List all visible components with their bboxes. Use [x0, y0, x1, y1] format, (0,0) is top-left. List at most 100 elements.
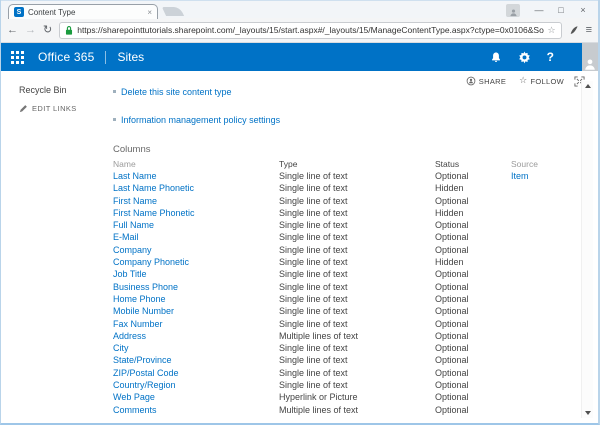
edit-links-button[interactable]: EDIT LINKS	[19, 104, 113, 113]
column-name-link[interactable]: City	[113, 343, 129, 353]
edit-links-label: EDIT LINKS	[32, 104, 77, 113]
column-name-link[interactable]: Company	[113, 245, 152, 255]
page-action-bar: SHARE ☆ FOLLOW	[466, 76, 564, 86]
column-name-link[interactable]: Full Name	[113, 220, 154, 230]
column-type: Single line of text	[279, 219, 435, 231]
new-tab-button[interactable]	[162, 7, 184, 16]
column-status: Optional	[435, 195, 511, 207]
table-row: Last Name Single line of text Optional I…	[113, 170, 571, 182]
column-name-link[interactable]: Business Phone	[113, 282, 178, 292]
suite-bar: Office 365 Sites ?	[1, 43, 598, 71]
scroll-up-icon[interactable]	[585, 84, 591, 88]
column-status: Hidden	[435, 182, 511, 194]
suite-separator	[105, 51, 106, 64]
table-row: Last Name Phonetic Single line of text H…	[113, 182, 571, 194]
url-text: https://sharepointtutorials.sharepoint.c…	[77, 25, 543, 35]
column-type: Multiple lines of text	[279, 330, 435, 342]
column-status: Optional	[435, 231, 511, 243]
page-scrollbar[interactable]	[581, 81, 593, 418]
column-status: Optional	[435, 342, 511, 354]
tab-title: Content Type	[28, 8, 143, 17]
header-source: Source	[511, 159, 571, 170]
back-icon[interactable]: ←	[7, 25, 18, 36]
header-name: Name	[113, 159, 279, 170]
window-controls: — □ ×	[506, 1, 594, 19]
header-type: Type	[279, 159, 435, 170]
table-row: City Single line of text Optional	[113, 342, 571, 354]
column-name-link[interactable]: State/Province	[113, 355, 172, 365]
column-type: Single line of text	[279, 170, 435, 182]
forward-icon[interactable]: →	[25, 25, 36, 36]
browser-window: S Content Type × — □ × ← → ↻ https://sha…	[0, 0, 600, 425]
column-name-link[interactable]: Comments	[113, 405, 157, 415]
column-status: Optional	[435, 293, 511, 305]
minimize-button[interactable]: —	[528, 1, 550, 19]
column-status: Optional	[435, 244, 511, 256]
column-status: Optional	[435, 305, 511, 317]
column-status: Optional	[435, 379, 511, 391]
columns-table-body: Last Name Single line of text Optional I…	[113, 170, 571, 416]
column-status: Hidden	[435, 207, 511, 219]
column-status: Optional	[435, 170, 511, 182]
table-row: ZIP/Postal Code Single line of text Opti…	[113, 367, 571, 379]
follow-label: FOLLOW	[531, 77, 564, 86]
tab-close-icon[interactable]: ×	[147, 8, 152, 17]
table-row: E-Mail Single line of text Optional	[113, 231, 571, 243]
sidebar-item-recycle-bin[interactable]: Recycle Bin	[19, 85, 113, 95]
maximize-button[interactable]: □	[550, 1, 572, 19]
notifications-bell-icon[interactable]	[490, 51, 502, 64]
information-policy-link[interactable]: Information management policy settings	[121, 115, 280, 125]
pencil-icon	[19, 104, 28, 113]
address-bar[interactable]: https://sharepointtutorials.sharepoint.c…	[59, 22, 561, 39]
bookmark-star-icon[interactable]: ☆	[548, 25, 556, 36]
extension-icon[interactable]	[569, 25, 579, 35]
help-button[interactable]: ?	[547, 50, 554, 64]
share-button[interactable]: SHARE	[466, 76, 506, 86]
column-type: Single line of text	[279, 318, 435, 330]
browser-profile-icon[interactable]	[506, 4, 520, 17]
column-name-link[interactable]: Mobile Number	[113, 306, 174, 316]
column-name-link[interactable]: Last Name	[113, 171, 157, 181]
column-type: Hyperlink or Picture	[279, 391, 435, 403]
column-name-link[interactable]: Address	[113, 331, 146, 341]
column-name-link[interactable]: Job Title	[113, 269, 147, 279]
browser-tab[interactable]: S Content Type ×	[8, 4, 158, 19]
column-type: Single line of text	[279, 281, 435, 293]
column-status: Optional	[435, 354, 511, 366]
column-name-link[interactable]: Home Phone	[113, 294, 166, 304]
column-status: Optional	[435, 219, 511, 231]
user-avatar[interactable]	[582, 43, 598, 71]
table-row: Job Title Single line of text Optional	[113, 268, 571, 280]
refresh-icon[interactable]: ↻	[43, 25, 52, 36]
sites-nav-link[interactable]: Sites	[117, 50, 144, 64]
column-name-link[interactable]: First Name Phonetic	[113, 208, 195, 218]
column-source-link[interactable]: Item	[511, 171, 529, 181]
column-status: Hidden	[435, 256, 511, 268]
browser-menu-icon[interactable]: ≡	[586, 25, 592, 36]
left-navigation: Recycle Bin EDIT LINKS	[1, 71, 113, 113]
delete-content-type-link[interactable]: Delete this site content type	[121, 87, 232, 97]
column-name-link[interactable]: Company Phonetic	[113, 257, 189, 267]
app-launcher-icon[interactable]	[11, 51, 24, 64]
column-name-link[interactable]: E-Mail	[113, 232, 139, 242]
table-row: Address Multiple lines of text Optional	[113, 330, 571, 342]
column-type: Single line of text	[279, 305, 435, 317]
office-365-brand[interactable]: Office 365	[38, 50, 94, 64]
page-content: SHARE ☆ FOLLOW Recycle Bin EDIT LINKS De…	[1, 71, 598, 422]
column-name-link[interactable]: ZIP/Postal Code	[113, 368, 179, 378]
column-name-link[interactable]: First Name	[113, 196, 157, 206]
column-name-link[interactable]: Fax Number	[113, 319, 163, 329]
column-type: Single line of text	[279, 256, 435, 268]
scroll-down-icon[interactable]	[585, 411, 591, 415]
table-row: Fax Number Single line of text Optional	[113, 318, 571, 330]
columns-table-header: Name Type Status Source	[113, 159, 571, 170]
column-type: Single line of text	[279, 342, 435, 354]
column-name-link[interactable]: Country/Region	[113, 380, 176, 390]
follow-button[interactable]: ☆ FOLLOW	[519, 76, 564, 86]
column-name-link[interactable]: Last Name Phonetic	[113, 183, 194, 193]
column-name-link[interactable]: Web Page	[113, 392, 155, 402]
close-button[interactable]: ×	[572, 1, 594, 19]
https-lock-icon	[65, 25, 73, 36]
settings-gear-icon[interactable]	[518, 51, 531, 64]
browser-toolbar: ← → ↻ https://sharepointtutorials.sharep…	[1, 18, 598, 43]
